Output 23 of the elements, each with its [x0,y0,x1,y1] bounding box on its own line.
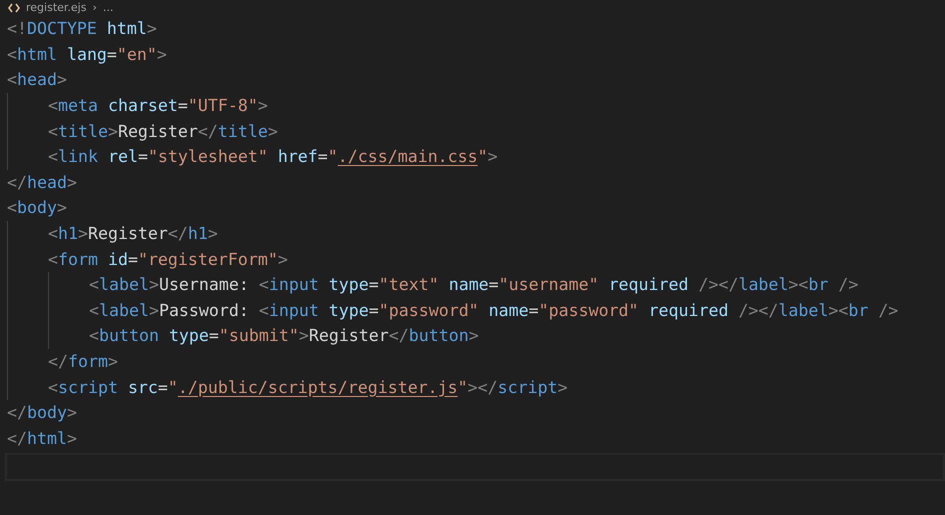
code-line: <script src="./public/scripts/register.js"></script> [48,378,568,397]
code-line: <label>Username: <input type="text" name="username" required /></label><br /> [89,275,858,294]
code-line: <body> [7,198,67,218]
code-line: <link rel="stylesheet" href="./css/main.css"> [48,147,498,166]
file-link[interactable]: ./public/scripts/register.js [178,378,458,397]
code-line: <title>Register</title> [48,122,278,141]
breadcrumb-file[interactable]: register.ejs [26,1,86,15]
file-code-icon [8,3,20,13]
file-link[interactable]: ./css/main.css [338,147,478,166]
code-line: <label>Password: <input type="password" name="password" required /></label><br /> [89,300,898,320]
code-line: <!DOCTYPE html> [7,19,157,38]
breadcrumb-separator: › [92,1,97,15]
code-line: </head> [7,172,77,192]
code-line: <html lang="en"> [7,44,167,64]
code-line: </html> [7,428,77,448]
code-line: </body> [7,403,77,422]
code-line: <h1>Register</h1> [48,224,218,244]
code-line: <meta charset="UTF-8"> [48,96,268,116]
code-line: </form> [48,352,118,372]
breadcrumb-more[interactable]: ... [102,1,114,15]
code-line: <form id="registerForm"> [48,250,288,269]
code-line: <head> [7,70,67,90]
code-line: <button type="submit">Register</button> [89,326,479,346]
